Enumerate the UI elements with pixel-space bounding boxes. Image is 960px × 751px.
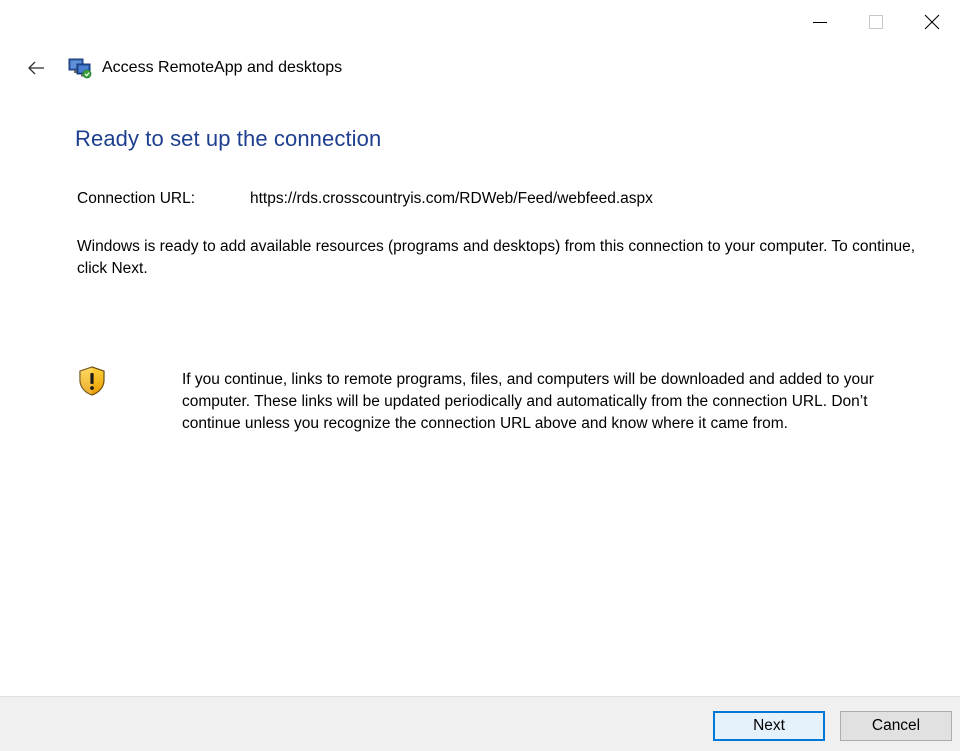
app-title: Access RemoteApp and desktops — [102, 59, 343, 76]
maximize-button[interactable] — [848, 0, 904, 44]
back-button[interactable] — [26, 58, 46, 78]
connection-url-label: Connection URL: — [77, 190, 196, 207]
wizard-header: Access RemoteApp and desktops — [26, 54, 342, 82]
minimize-button[interactable] — [792, 0, 848, 44]
next-button[interactable]: Next — [713, 711, 825, 741]
wizard-window: Access RemoteApp and desktops Ready to s… — [0, 0, 960, 751]
close-button[interactable] — [904, 0, 960, 44]
maximize-icon — [869, 15, 883, 29]
connection-url-value: https://rds.crosscountryis.com/RDWeb/Fee… — [250, 190, 653, 207]
description-text: Windows is ready to add available resour… — [77, 238, 915, 277]
page-title: Ready to set up the connection — [75, 126, 382, 151]
wizard-footer: Next Cancel — [0, 696, 960, 751]
cancel-button[interactable]: Cancel — [840, 711, 952, 741]
minimize-icon — [813, 22, 827, 23]
connection-url-row: Connection URL: https://rds.crosscountry… — [77, 190, 653, 208]
warning-text: If you continue, links to remote program… — [182, 371, 874, 432]
shield-warning-icon — [78, 366, 106, 396]
window-controls — [792, 0, 960, 44]
back-arrow-icon — [28, 61, 44, 75]
close-icon — [924, 14, 940, 30]
remoteapp-icon — [68, 56, 92, 80]
